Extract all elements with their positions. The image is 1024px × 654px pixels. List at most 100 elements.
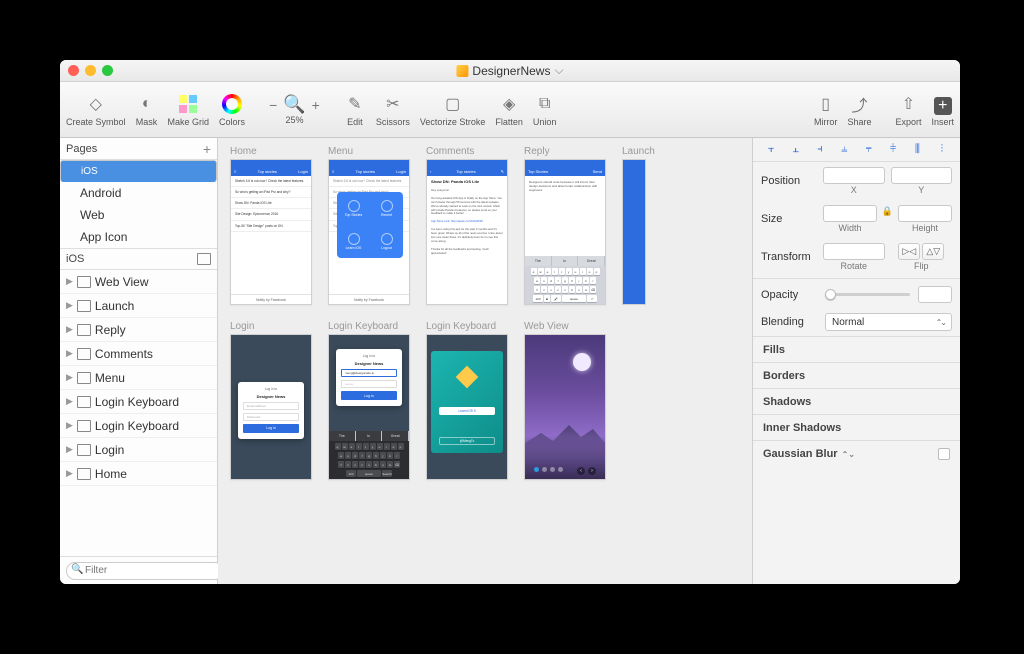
make-grid-button[interactable]: Make Grid [168, 93, 210, 127]
union-icon: ⧉ [534, 93, 556, 115]
mirror-button[interactable]: ▯Mirror [814, 93, 838, 127]
opacity-input[interactable] [918, 286, 952, 303]
scissors-button[interactable]: ✂Scissors [376, 93, 410, 127]
layer-item[interactable]: ▶Login Keyboard [60, 390, 217, 414]
layer-item[interactable]: ▶Launch [60, 294, 217, 318]
disclosure-icon[interactable]: ▶ [66, 420, 73, 431]
updown-icon[interactable]: ⌃⌄ [842, 450, 855, 459]
artboard-webview[interactable]: Web View ‹ › [524, 321, 606, 480]
canvas[interactable]: Home ≡Top storiesLogin Sketch 3.6 is out… [218, 138, 752, 584]
disclosure-icon[interactable]: ▶ [66, 300, 73, 311]
distribute-v-icon[interactable]: ⫶ [935, 143, 949, 157]
disclosure-icon[interactable]: ▶ [66, 324, 73, 335]
zoom-out-icon[interactable]: − [269, 97, 277, 113]
mirror-icon: ▯ [815, 93, 837, 115]
borders-section[interactable]: Borders [753, 362, 960, 388]
artboard-toggle-icon[interactable] [197, 253, 211, 265]
layer-item[interactable]: ▶Menu [60, 366, 217, 390]
align-center-h-icon[interactable]: ⫠ [789, 143, 803, 157]
filter-input[interactable] [66, 562, 224, 580]
mask-button[interactable]: ◐ Mask [136, 93, 158, 127]
edit-button[interactable]: ✎Edit [344, 93, 366, 127]
height-input[interactable] [898, 205, 952, 222]
disclosure-icon[interactable]: ▶ [66, 444, 73, 455]
layer-item[interactable]: ▶Reply [60, 318, 217, 342]
prev-icon[interactable]: ‹ [577, 467, 585, 475]
insert-button[interactable]: +Insert [931, 97, 954, 127]
blending-row: Blending Normal⌃⌄ [753, 308, 960, 336]
width-input[interactable] [823, 205, 877, 222]
page-item-android[interactable]: Android [60, 182, 217, 204]
menu-overlay: Top Stories Recent Learn iOS Logout [337, 192, 403, 258]
opacity-slider[interactable] [825, 293, 910, 296]
flatten-button[interactable]: ◈Flatten [495, 93, 523, 127]
artboard-home[interactable]: Home ≡Top storiesLogin Sketch 3.6 is out… [230, 146, 312, 305]
layer-item[interactable]: ▶Login Keyboard [60, 414, 217, 438]
artboard-login-keyboard-2[interactable]: Login Keyboard Learn iOS 9 @MengTo [426, 321, 508, 480]
layer-item[interactable]: ▶Web View [60, 270, 217, 294]
book-icon [348, 233, 360, 245]
artboard-icon [77, 468, 91, 480]
artboard-launch[interactable]: Launch [622, 146, 655, 305]
document-title[interactable]: DesignerNews ⌵ [456, 63, 563, 78]
align-right-icon[interactable]: ⫞ [813, 143, 827, 157]
position-y-input[interactable] [891, 167, 953, 184]
rotate-input[interactable] [823, 243, 885, 260]
zoom-icon[interactable] [102, 65, 113, 76]
union-button[interactable]: ⧉Union [533, 93, 557, 127]
flip-v-button[interactable]: △▽ [922, 243, 944, 260]
next-icon[interactable]: › [588, 467, 596, 475]
align-left-icon[interactable]: ⫟ [764, 143, 778, 157]
zoom-control[interactable]: − 🔍 + 25% [269, 94, 320, 125]
disclosure-icon[interactable]: ▶ [66, 396, 73, 407]
main-area: Pages + iOS Android Web App Icon iOS ▶We… [60, 138, 960, 584]
flip-h-button[interactable]: ▷◁ [898, 243, 920, 260]
colors-button[interactable]: Colors [219, 93, 245, 127]
fills-section[interactable]: Fills [753, 336, 960, 362]
shadows-section[interactable]: Shadows [753, 388, 960, 414]
layer-item[interactable]: ▶Login [60, 438, 217, 462]
minimize-icon[interactable] [85, 65, 96, 76]
create-symbol-button[interactable]: ◇ Create Symbol [66, 93, 126, 127]
disclosure-icon[interactable]: ▶ [66, 348, 73, 359]
disclosure-icon[interactable]: ▶ [66, 276, 73, 287]
gaussian-blur-section[interactable]: Gaussian Blur⌃⌄ [753, 440, 960, 466]
artboard-login-keyboard-1[interactable]: Login Keyboard Log in to Designer News m… [328, 321, 410, 480]
vectorize-button[interactable]: ▢Vectorize Stroke [420, 93, 486, 127]
titlebar: DesignerNews ⌵ [60, 60, 960, 82]
close-icon[interactable] [68, 65, 79, 76]
moon-icon [573, 353, 591, 371]
disclosure-icon[interactable]: ▶ [66, 468, 73, 479]
page-item-ios[interactable]: iOS [60, 160, 217, 182]
align-center-v-icon[interactable]: ⫧ [862, 143, 876, 157]
artboard-login[interactable]: Login Log in to Designer News Email addr… [230, 321, 312, 480]
export-button[interactable]: ⇧Export [895, 93, 921, 127]
align-bottom-icon[interactable]: ⫩ [886, 143, 900, 157]
add-page-icon[interactable]: + [203, 141, 211, 157]
artboard-comments[interactable]: Comments ‹Top stories✎ Show DN: Panda iO… [426, 146, 508, 305]
artboard-icon [77, 348, 91, 360]
inner-shadows-section[interactable]: Inner Shadows [753, 414, 960, 440]
artboard-icon [77, 300, 91, 312]
magnifier-icon: 🔍 [283, 94, 305, 115]
share-button[interactable]: ⤴Share [847, 93, 871, 127]
layer-item[interactable]: ▶Comments [60, 342, 217, 366]
insert-icon: + [934, 97, 952, 115]
pages-list: iOS Android Web App Icon [60, 160, 217, 248]
layer-item[interactable]: ▶Home [60, 462, 217, 486]
layers-list[interactable]: ▶Web View ▶Launch ▶Reply ▶Comments ▶Menu… [60, 270, 217, 556]
position-x-input[interactable] [823, 167, 885, 184]
lock-icon[interactable]: 🔒 [883, 205, 892, 218]
export-icon: ⇧ [897, 93, 919, 115]
zoom-in-icon[interactable]: + [312, 97, 320, 113]
updown-icon: ⌃⌄ [936, 318, 945, 327]
distribute-h-icon[interactable]: ⫼ [910, 143, 924, 157]
artboard-reply[interactable]: Reply Top StoriesSend Designers should c… [524, 146, 606, 305]
disclosure-icon[interactable]: ▶ [66, 372, 73, 383]
page-item-appicon[interactable]: App Icon [60, 226, 217, 248]
page-item-web[interactable]: Web [60, 204, 217, 226]
blending-select[interactable]: Normal⌃⌄ [825, 313, 952, 331]
blur-checkbox[interactable] [938, 448, 950, 460]
artboard-menu[interactable]: Menu ≡Top storiesLogin Sketch 3.6 is out… [328, 146, 410, 305]
align-top-icon[interactable]: ⫨ [837, 143, 851, 157]
